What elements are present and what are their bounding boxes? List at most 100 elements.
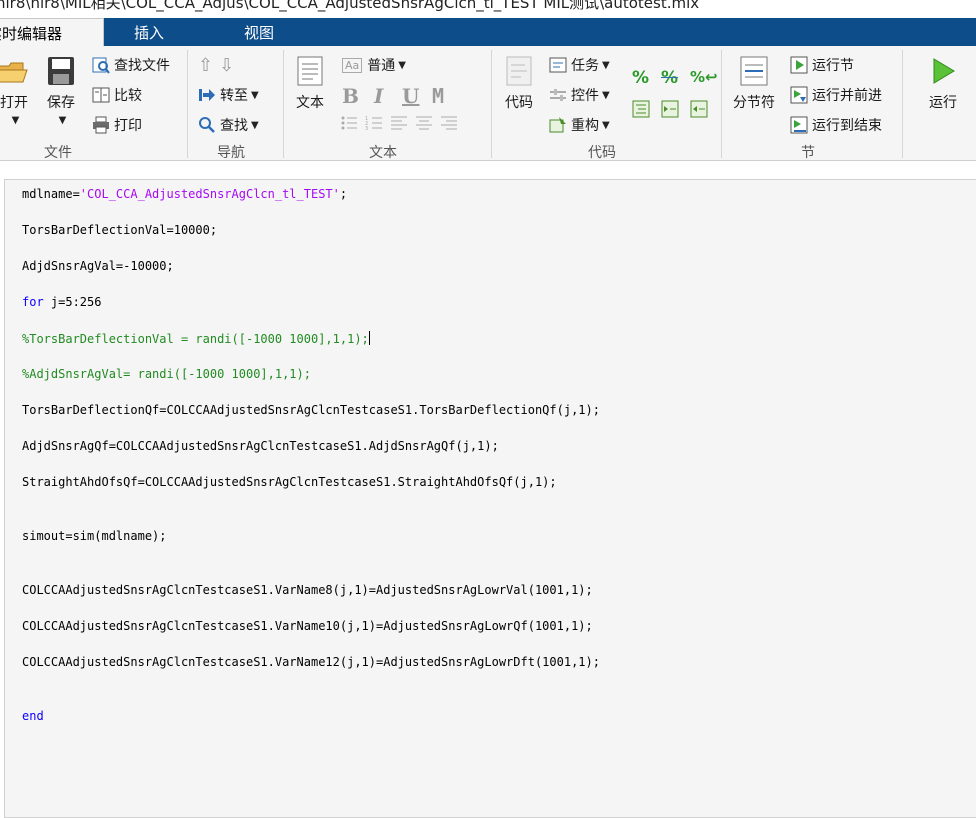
refactor-label: 重构	[571, 118, 599, 134]
comment-indent-buttons: % % %↩	[632, 68, 718, 118]
save-button[interactable]: 保存 ▼	[44, 56, 78, 126]
find-button[interactable]: 查找 ▼	[198, 115, 259, 135]
control-label: 控件	[571, 88, 599, 104]
code-text: ;	[339, 187, 348, 201]
goto-button[interactable]: 转至 ▼	[198, 85, 259, 105]
wrap-comment-icon[interactable]: %↩	[690, 68, 718, 88]
tab-live-editor[interactable]: 实时编辑器	[0, 18, 104, 46]
group-separator	[187, 50, 188, 158]
code-line[interactable]: %AdjdSnsrAgVal= randi([-1000 1000],1,1);	[22, 367, 311, 381]
magnifier-icon	[199, 117, 215, 133]
code-line[interactable]: for j=5:256	[22, 295, 101, 309]
run-label: 运行	[929, 95, 957, 111]
task-button[interactable]: 任务 ▼	[549, 55, 610, 75]
save-dropdown-icon[interactable]: ▼	[47, 115, 78, 126]
open-dropdown-icon[interactable]: ▼	[0, 115, 34, 126]
task-icon	[549, 57, 567, 73]
smart-indent-icon[interactable]	[632, 100, 650, 118]
run-section-button[interactable]: 运行节	[790, 55, 854, 75]
print-label: 打印	[114, 118, 142, 134]
text-style-dropdown[interactable]: Aa 普通 ▼	[342, 55, 406, 75]
find-files-button[interactable]: 查找文件	[92, 55, 170, 75]
run-advance-button[interactable]: 运行并前进	[790, 85, 882, 105]
control-slider-icon	[550, 89, 566, 101]
bold-button[interactable]: B	[342, 84, 359, 108]
save-disk-icon	[48, 57, 74, 85]
find-label: 查找	[220, 118, 248, 134]
find-files-icon	[92, 57, 110, 74]
refactor-dropdown-icon: ▼	[602, 119, 610, 131]
style-dropdown-icon: ▼	[398, 59, 406, 71]
code-line[interactable]: simout=sim(mdlname);	[22, 529, 167, 543]
code-line[interactable]: TorsBarDeflectionVal=10000;	[22, 223, 217, 237]
code-line[interactable]: mdlname='COL_CCA_AdjustedSnsrAgClcn_tl_T…	[22, 187, 347, 201]
section-break-label: 分节符	[733, 95, 775, 111]
arrow-down-icon[interactable]: ⇩	[219, 55, 234, 76]
increase-indent-icon[interactable]	[661, 100, 679, 118]
text-style-value: 普通	[367, 58, 396, 74]
tab-insert[interactable]: 插入	[134, 18, 164, 46]
align-center-icon[interactable]	[415, 114, 433, 132]
svg-text:3: 3	[365, 126, 368, 132]
nav-up-down-buttons: ⇧ ⇩	[198, 55, 234, 76]
italic-button[interactable]: I	[374, 84, 383, 108]
code-line[interactable]: %TorsBarDeflectionVal = randi([-1000 100…	[22, 331, 370, 346]
run-section-label: 运行节	[812, 58, 854, 74]
live-editor-area[interactable]: mdlname='COL_CCA_AdjustedSnsrAgClcn_tl_T…	[4, 179, 976, 818]
tab-view[interactable]: 视图	[244, 18, 274, 46]
task-dropdown-icon: ▼	[602, 59, 610, 71]
comment-icon[interactable]: %	[632, 68, 650, 88]
section-break-button[interactable]: 分节符	[728, 56, 780, 112]
section-group-label: 节	[801, 145, 815, 161]
code-line[interactable]: COLCCAAdjustedSnsrAgClcnTestcaseS1.VarNa…	[22, 655, 600, 669]
goto-dropdown-icon[interactable]: ▼	[251, 90, 259, 101]
group-separator	[283, 50, 284, 158]
compare-label: 比较	[114, 88, 142, 104]
run-play-icon	[933, 58, 955, 84]
task-label: 任务	[571, 58, 599, 74]
refactor-icon	[549, 117, 566, 133]
open-button[interactable]: 打开 ▼	[0, 58, 34, 126]
bullet-list-icon[interactable]	[340, 114, 358, 132]
run-advance-icon	[790, 86, 808, 104]
align-left-icon[interactable]	[390, 114, 408, 132]
uncomment-icon[interactable]: %	[661, 68, 679, 88]
save-label: 保存	[47, 95, 75, 111]
align-right-icon[interactable]	[440, 114, 458, 132]
compare-icon	[92, 87, 110, 103]
open-label: 打开	[0, 95, 28, 111]
code-text: mdlname=	[22, 187, 80, 201]
find-files-label: 查找文件	[114, 58, 170, 74]
underline-button[interactable]: U	[402, 84, 419, 108]
decrease-indent-icon[interactable]	[690, 100, 708, 118]
find-dropdown-icon[interactable]: ▼	[251, 120, 259, 131]
code-line[interactable]: COLCCAAdjustedSnsrAgClcnTestcaseS1.VarNa…	[22, 583, 593, 597]
printer-icon	[93, 116, 109, 134]
code-group-label: 代码	[588, 145, 616, 161]
arrow-up-icon[interactable]: ⇧	[198, 55, 213, 76]
tab-live-editor-label: 实时编辑器	[0, 25, 63, 43]
group-separator	[902, 50, 903, 158]
nav-group-label: 导航	[217, 145, 245, 161]
insert-text-button[interactable]: 文本	[292, 56, 328, 112]
code-line[interactable]: AdjdSnsrAgQf=COLCCAAdjustedSnsrAgClcnTes…	[22, 439, 499, 453]
refactor-button[interactable]: 重构 ▼	[549, 115, 610, 135]
folder-open-icon	[0, 62, 28, 83]
numbered-list-icon[interactable]: 123	[365, 114, 383, 132]
run-to-end-button[interactable]: 运行到结束	[790, 115, 882, 135]
run-to-end-icon	[790, 116, 808, 134]
code-line[interactable]: StraightAhdOfsQf=COLCCAAdjustedSnsrAgClc…	[22, 475, 557, 489]
run-button[interactable]: 运行	[922, 56, 964, 112]
monospace-button[interactable]: M	[432, 84, 444, 108]
control-button[interactable]: 控件 ▼	[549, 85, 610, 105]
code-line[interactable]: end	[22, 709, 44, 723]
code-line[interactable]: AdjdSnsrAgVal=-10000;	[22, 259, 174, 273]
insert-code-button[interactable]: 代码	[500, 56, 538, 112]
text-group-label: 文本	[369, 145, 397, 161]
code-line[interactable]: TorsBarDeflectionQf=COLCCAAdjustedSnsrAg…	[22, 403, 600, 417]
code-line[interactable]: COLCCAAdjustedSnsrAgClcnTestcaseS1.VarNa…	[22, 619, 593, 633]
text-cursor	[368, 331, 370, 345]
print-button[interactable]: 打印	[92, 115, 142, 135]
text-document-icon	[297, 56, 323, 86]
compare-button[interactable]: 比较	[92, 85, 142, 105]
